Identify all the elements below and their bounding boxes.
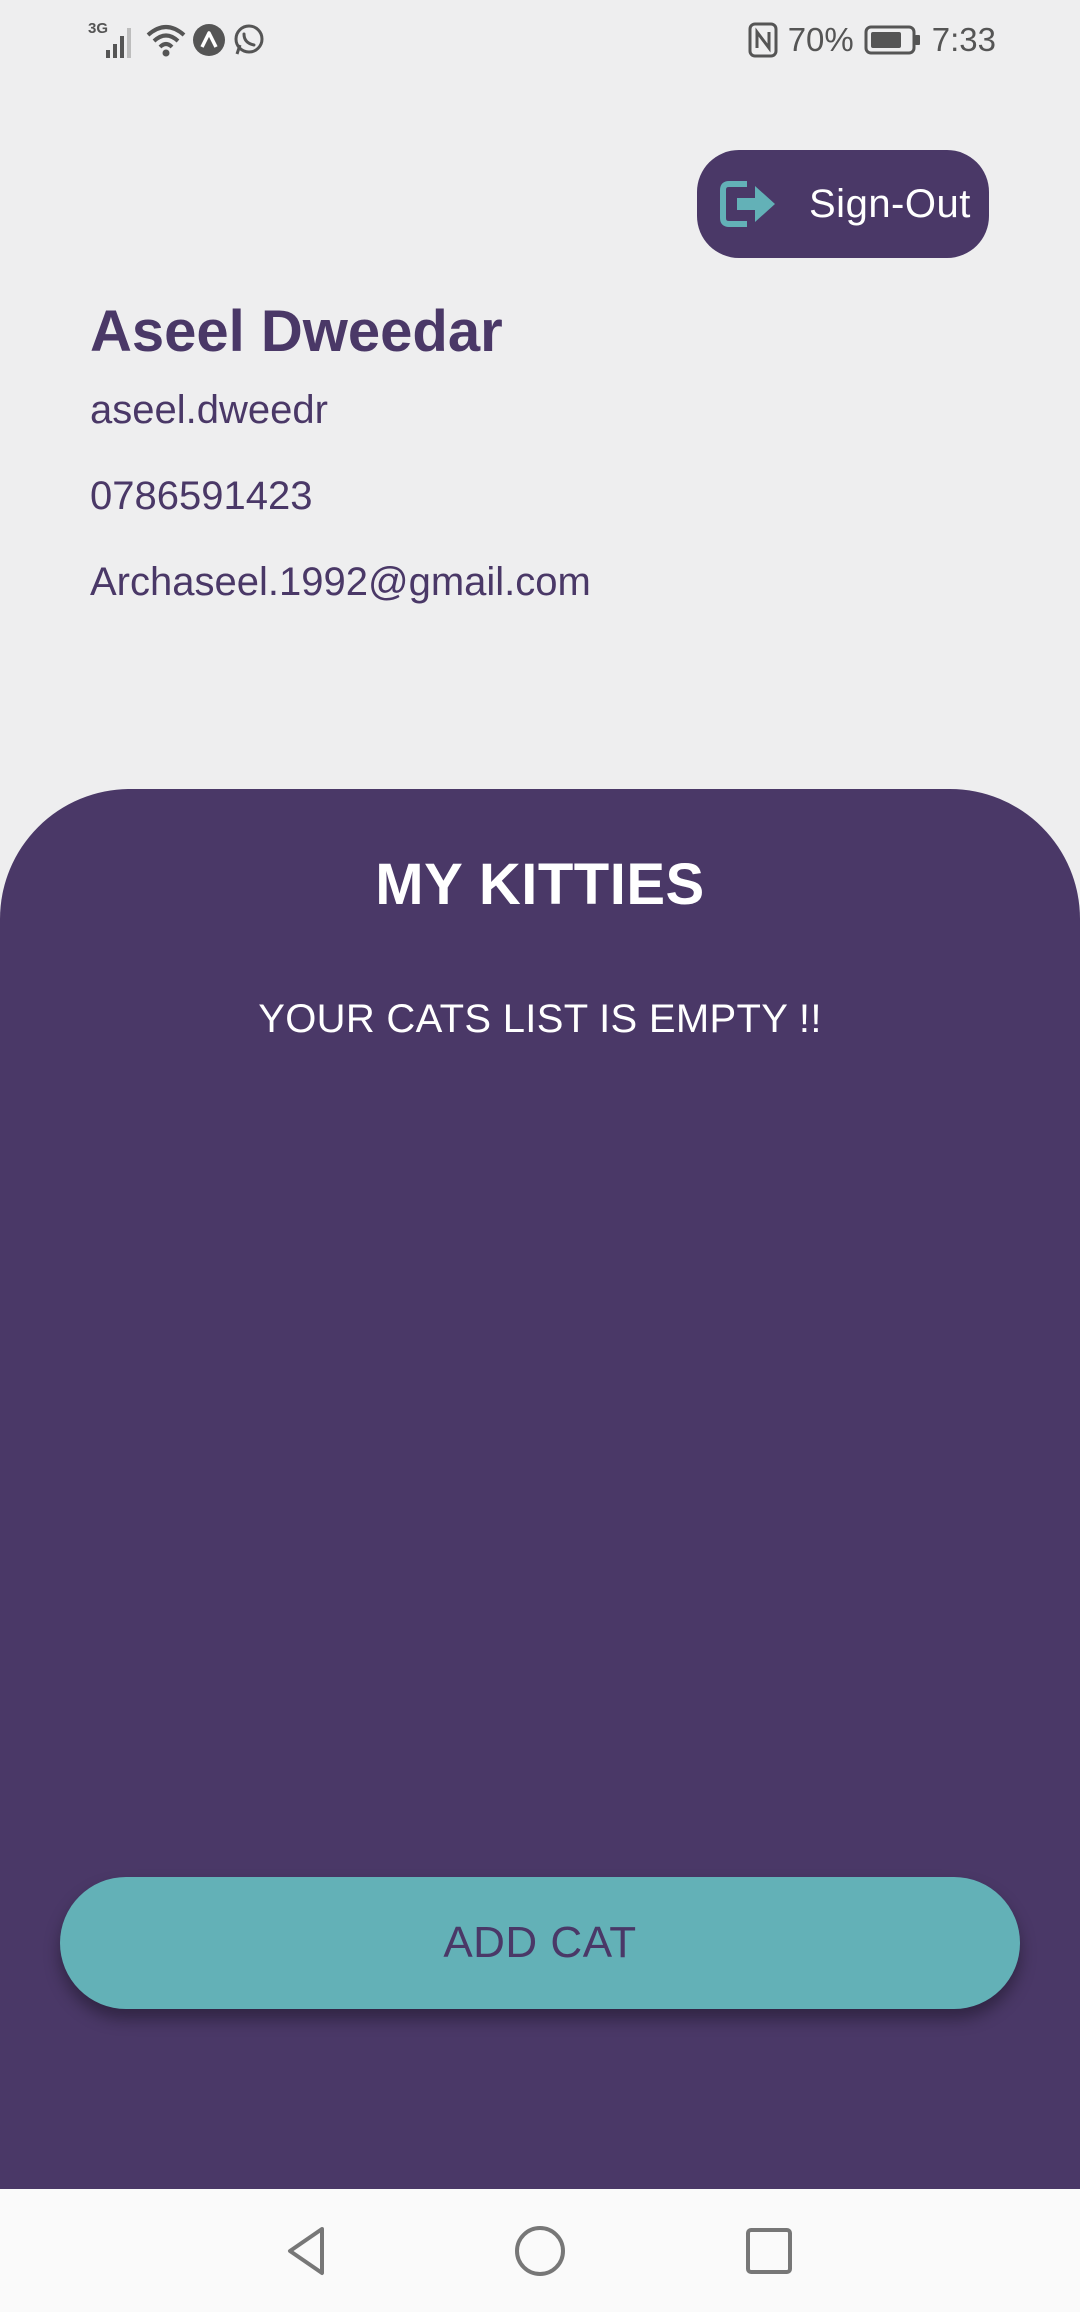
whatsapp-icon [232,23,266,57]
battery-icon [864,25,922,55]
profile-name: Aseel Dweedar [90,299,503,364]
sign-out-icon [720,181,775,227]
back-button[interactable] [276,2219,340,2283]
profile-email: Archaseel.1992@gmail.com [90,560,591,604]
profile-phone: 0786591423 [90,474,313,518]
back-icon [288,2227,324,2275]
recents-button[interactable] [737,2219,801,2283]
kitties-panel: MY KITTIES YOUR CATS LIST IS EMPTY !! AD… [0,789,1080,2189]
status-bar: 3G 70% 7:33 [0,0,1080,80]
status-time: 7:33 [931,21,996,58]
profile-username: aseel.dweedr [90,388,328,432]
home-icon [515,2226,565,2276]
status-left-icons: 3G [88,20,266,60]
nfc-icon [748,22,778,58]
recents-icon [746,2228,792,2274]
sign-out-button[interactable]: Sign-Out [697,150,989,258]
kitties-title: MY KITTIES [375,852,705,917]
sign-out-label: Sign-Out [809,181,971,226]
profile-section: Aseel Dweedar aseel.dweedr 0786591423 Ar… [90,292,591,608]
signal-icon: 3G [88,20,140,60]
home-button[interactable] [508,2219,572,2283]
status-right-icons: 70% 7:33 [748,20,996,60]
empty-list-message: YOUR CATS LIST IS EMPTY !! [258,997,822,1041]
app-notification-icon [192,23,226,57]
add-cat-button[interactable]: ADD CAT [60,1877,1020,2009]
wifi-icon [146,23,186,57]
battery-percent: 70% [787,21,854,58]
navigation-bar [0,2189,1080,2312]
